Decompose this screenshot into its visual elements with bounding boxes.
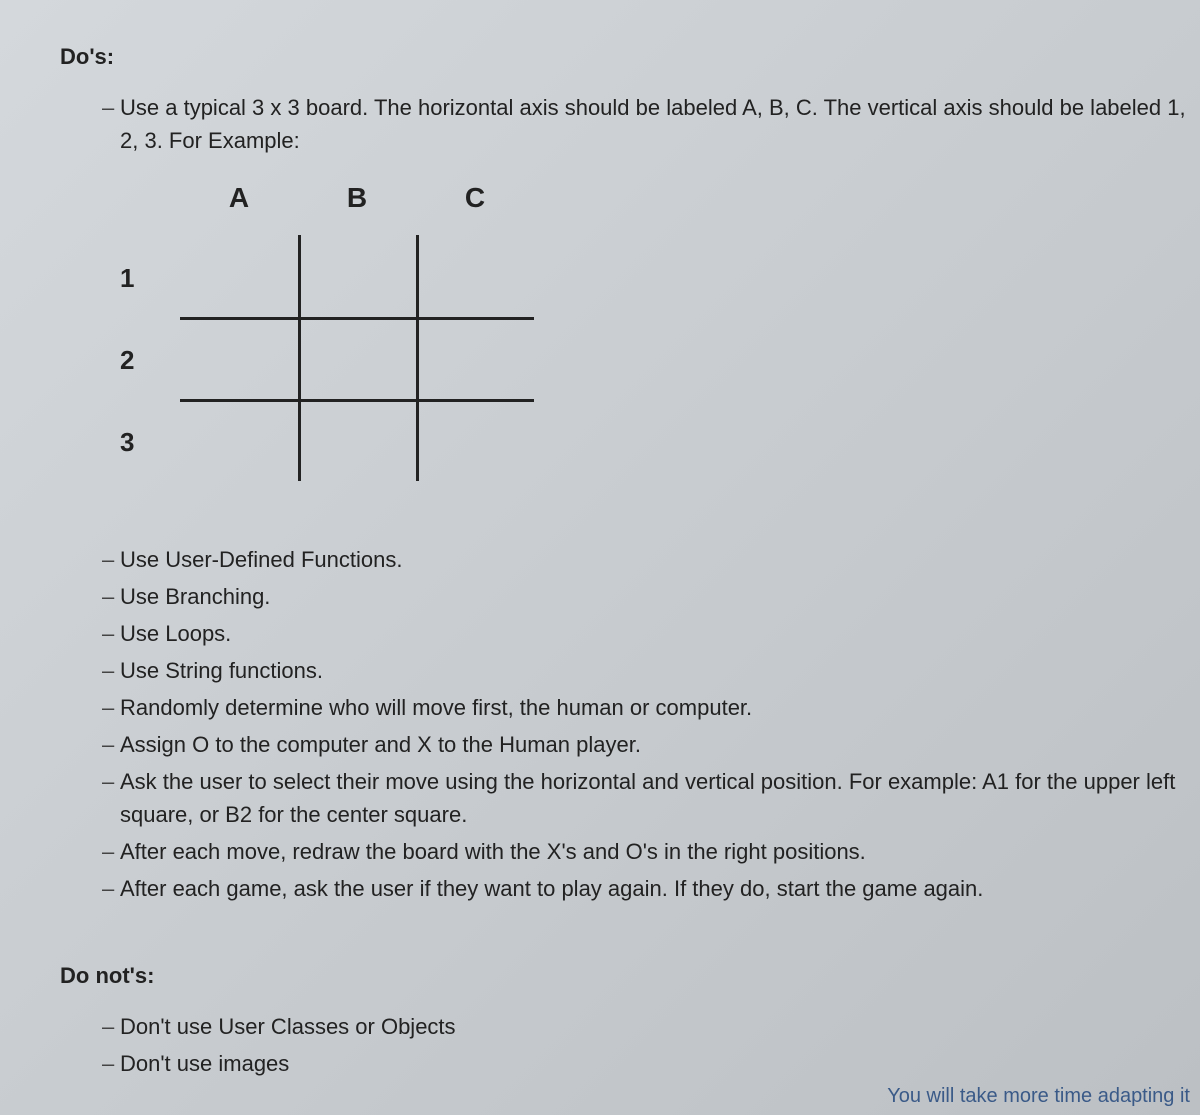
donot-item-text: Don't use User Classes or Objects — [120, 1010, 1200, 1043]
do-item-text: Use String functions. — [120, 654, 1200, 687]
list-item: – Use User-Defined Functions. — [102, 543, 1200, 576]
bullet-dash: – — [102, 872, 120, 905]
bullet-dash: – — [102, 765, 120, 798]
do-item-text: Use Loops. — [120, 617, 1200, 650]
list-item: – Assign O to the computer and X to the … — [102, 728, 1200, 761]
bullet-dash: – — [102, 617, 120, 650]
row-header-3: 3 — [120, 423, 134, 462]
bullet-dash: – — [102, 1010, 120, 1043]
bullet-dash: – — [102, 1047, 120, 1080]
row-header-2: 2 — [120, 341, 134, 380]
donots-list: – Don't use User Classes or Objects – Do… — [60, 1010, 1200, 1080]
list-item: – After each move, redraw the board with… — [102, 835, 1200, 868]
bullet-dash: – — [102, 691, 120, 724]
do-item-text: After each game, ask the user if they wa… — [120, 872, 1200, 905]
bullet-dash: – — [102, 580, 120, 613]
dos-list: – Use a typical 3 x 3 board. The horizon… — [60, 91, 1200, 157]
do-item-text: Assign O to the computer and X to the Hu… — [120, 728, 1200, 761]
do-item-text: Use a typical 3 x 3 board. The horizonta… — [120, 91, 1200, 157]
list-item: – Don't use User Classes or Objects — [102, 1010, 1200, 1043]
do-item-text: Randomly determine who will move first, … — [120, 691, 1200, 724]
do-item-text: Ask the user to select their move using … — [120, 765, 1200, 831]
do-item-text: After each move, redraw the board with t… — [120, 835, 1200, 868]
do-item-text: Use User-Defined Functions. — [120, 543, 1200, 576]
example-board: A B C 1 2 3 — [120, 177, 1200, 481]
col-header-c: C — [416, 177, 534, 219]
list-item: – Ask the user to select their move usin… — [102, 765, 1200, 831]
list-item: – Use String functions. — [102, 654, 1200, 687]
list-item: – After each game, ask the user if they … — [102, 872, 1200, 905]
donots-heading: Do not's: — [60, 959, 1200, 992]
dos-heading: Do's: — [60, 40, 1200, 73]
col-header-b: B — [298, 177, 416, 219]
dos-list-continued: – Use User-Defined Functions. – Use Bran… — [60, 543, 1200, 905]
cutoff-text: You will take more time adapting it — [887, 1081, 1190, 1111]
donot-item-text: Don't use images — [120, 1047, 1200, 1080]
list-item: – Randomly determine who will move first… — [102, 691, 1200, 724]
do-item-text: Use Branching. — [120, 580, 1200, 613]
list-item: – Use Loops. — [102, 617, 1200, 650]
tic-tac-toe-grid: 1 2 3 — [180, 235, 534, 481]
bullet-dash: – — [102, 654, 120, 687]
list-item: – Use a typical 3 x 3 board. The horizon… — [102, 91, 1200, 157]
bullet-dash: – — [102, 543, 120, 576]
bullet-dash: – — [102, 728, 120, 761]
row-header-1: 1 — [120, 259, 134, 298]
list-item: – Don't use images — [102, 1047, 1200, 1080]
bullet-dash: – — [102, 835, 120, 868]
col-header-a: A — [180, 177, 298, 219]
list-item: – Use Branching. — [102, 580, 1200, 613]
bullet-dash: – — [102, 91, 120, 124]
column-headers: A B C — [180, 177, 1200, 219]
